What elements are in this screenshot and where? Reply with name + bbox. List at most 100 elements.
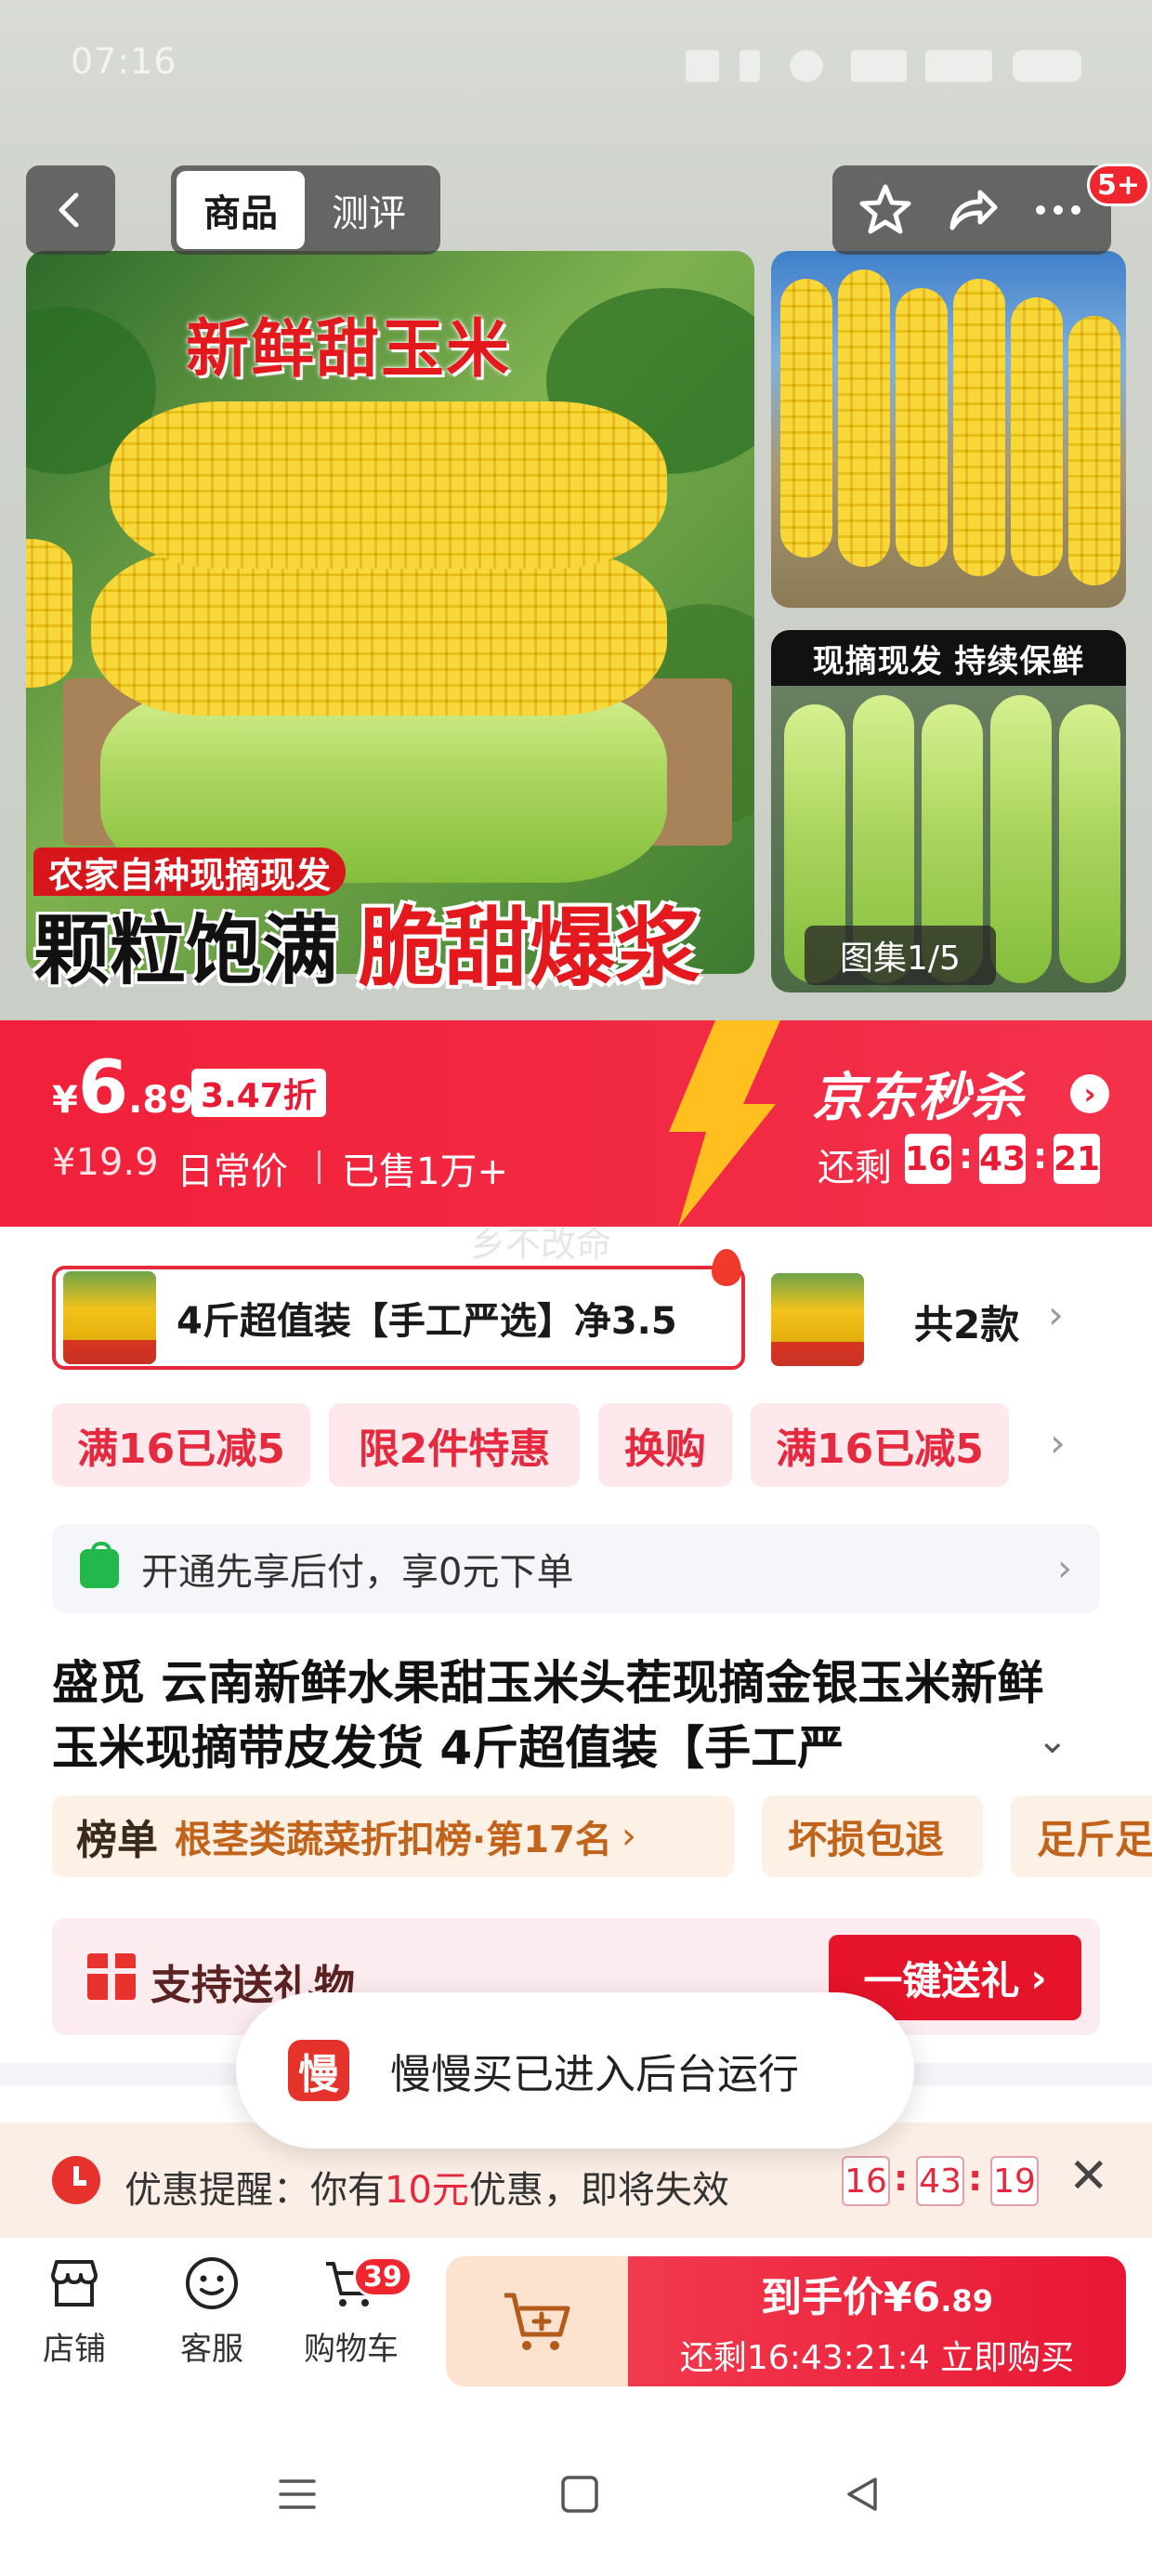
main-image-slogan-b: 脆甜爆浆 xyxy=(359,899,701,998)
top-tab-group: 商品 测评 xyxy=(171,165,440,255)
close-icon[interactable]: ✕ xyxy=(1068,2149,1109,2204)
countdown-separator: : xyxy=(894,2158,909,2199)
flash-sale-title[interactable]: 京东秒杀 xyxy=(812,1056,1024,1131)
reminder-prefix: 优惠提醒：你有 xyxy=(124,2169,385,2212)
countdown-hours: 16 xyxy=(905,1134,951,1184)
variant-selected[interactable]: 4斤超值装【手工严选】净3.5 xyxy=(52,1266,745,1370)
promo-chip-4[interactable]: 满16已减5 xyxy=(751,1403,1009,1487)
chevron-right-icon: › xyxy=(1030,1954,1047,2001)
countdown-separator: : xyxy=(959,1136,974,1176)
star-icon[interactable] xyxy=(857,181,914,239)
back-triangle-icon[interactable] xyxy=(840,2472,884,2517)
pay-later-row[interactable]: 开通先享后付，享0元下单 › xyxy=(52,1524,1100,1613)
chat-face-icon xyxy=(181,2253,242,2314)
more-icon[interactable] xyxy=(1029,181,1087,239)
status-time: 07:16 xyxy=(71,41,177,82)
countdown-minutes: 43 xyxy=(979,1134,1026,1184)
service-tag-full-weight[interactable]: 足斤足 xyxy=(1011,1795,1152,1877)
product-title: 盛觅 云南新鲜水果甜玉米头茬现摘金银玉米新鲜玉米现摘带皮发货 4斤超值装【手工严 xyxy=(52,1656,1044,1775)
buy-countdown-text: 还剩16:43:21:4 立即购买 xyxy=(679,2339,1075,2377)
current-price: ¥6.89 xyxy=(52,1046,194,1130)
buy-now-button[interactable]: 到手价¥6.89 还剩16:43:21:4 立即购买 xyxy=(628,2256,1126,2386)
store-button[interactable]: 店铺 xyxy=(19,2253,130,2369)
reminder-countdown-minutes: 43 xyxy=(916,2156,964,2206)
flash-remaining-label: 还剩 xyxy=(818,1147,892,1189)
chevron-right-icon[interactable]: › xyxy=(1050,1420,1066,1465)
signal-icon xyxy=(851,50,907,82)
reminder-countdown-hours: 16 xyxy=(842,2156,890,2206)
countdown-separator: : xyxy=(968,2158,983,2199)
mute-icon xyxy=(686,50,719,82)
daily-price-label: 日常价 xyxy=(177,1150,288,1193)
cart-badge: 39 xyxy=(353,2256,412,2297)
send-gift-label: 一键送礼 xyxy=(863,1957,1020,2004)
reminder-amount: 10元 xyxy=(385,2169,469,2212)
bag-icon xyxy=(80,1542,119,1588)
store-label: 店铺 xyxy=(43,2331,106,2368)
service-tag-damage-refund[interactable]: 坏损包退 xyxy=(762,1795,983,1877)
reminder-countdown-seconds: 19 xyxy=(990,2156,1039,2206)
customer-service-button[interactable]: 客服 xyxy=(156,2253,268,2369)
buy-price-decimal: .89 xyxy=(940,2283,993,2319)
system-navigation-bar xyxy=(0,2416,1152,2576)
chevron-right-icon: › xyxy=(1057,1547,1072,1590)
lightning-icon xyxy=(669,1020,780,1227)
gift-icon xyxy=(87,1953,136,2000)
bluetooth-icon xyxy=(740,50,760,82)
chevron-right-icon[interactable]: › xyxy=(1048,1292,1064,1337)
home-icon[interactable] xyxy=(557,2472,602,2517)
tab-product[interactable]: 商品 xyxy=(177,171,305,249)
toast-text: 慢慢买已进入后台运行 xyxy=(390,2051,799,2098)
moon-icon xyxy=(790,50,823,82)
customer-service-label: 客服 xyxy=(180,2331,243,2368)
variant-count[interactable]: 共2款 xyxy=(914,1294,1019,1350)
chevron-right-icon[interactable]: › xyxy=(1070,1074,1109,1113)
pay-later-text: 开通先享后付，享0元下单 xyxy=(141,1551,574,1594)
top-action-group xyxy=(832,165,1111,255)
discount-badge: 3.47折 xyxy=(191,1069,326,1117)
back-button[interactable] xyxy=(26,165,115,255)
promo-chip-1[interactable]: 满16已减5 xyxy=(52,1403,310,1487)
variant-thumbnail-2[interactable] xyxy=(771,1273,864,1366)
chevron-left-icon xyxy=(59,192,79,228)
background-toast: 慢 慢慢买已进入后台运行 xyxy=(236,1992,914,2149)
side-image-2-banner: 现摘现发 持续保鲜 xyxy=(771,630,1126,686)
main-image-title: 新鲜甜玉米 xyxy=(186,313,512,387)
countdown-separator: : xyxy=(1033,1136,1048,1176)
variant-fade xyxy=(873,1266,897,1370)
flame-icon xyxy=(712,1249,741,1286)
buy-price-prefix: 到手价¥6 xyxy=(761,2274,941,2321)
ranking-tag[interactable]: 榜单 根茎类蔬菜折扣榜·第17名 › xyxy=(52,1795,734,1877)
more-badge: 5+ xyxy=(1087,164,1151,206)
ranking-text: 根茎类蔬菜折扣榜·第17名 xyxy=(175,1819,612,1861)
chevron-right-icon: › xyxy=(621,1815,636,1858)
side-image-1[interactable] xyxy=(771,251,1126,608)
tab-review[interactable]: 测评 xyxy=(305,171,433,249)
chevron-down-icon[interactable]: ⌄ xyxy=(1037,1719,1068,1762)
clock-icon xyxy=(52,2156,100,2204)
reminder-text: 优惠提醒：你有10元优惠，即将失效 xyxy=(124,2160,729,2214)
cart-label: 购物车 xyxy=(304,2331,399,2368)
original-price: ¥19.9 xyxy=(52,1141,159,1184)
reminder-suffix: 优惠，即将失效 xyxy=(468,2169,729,2212)
app-logo-icon: 慢 xyxy=(288,2040,349,2101)
store-icon xyxy=(44,2253,105,2314)
menu-icon[interactable] xyxy=(275,2472,320,2517)
signal-5g-icon xyxy=(925,50,992,82)
promo-chip-3[interactable]: 换购 xyxy=(598,1403,732,1487)
main-image-slogan-a: 颗粒饱满 xyxy=(33,907,339,995)
battery-icon xyxy=(1013,50,1081,82)
gallery-counter[interactable]: 图集1/5 xyxy=(805,926,996,985)
variant-label: 4斤超值装【手工严选】净3.5 xyxy=(177,1300,677,1343)
bottom-action-bar: 店铺 客服 购物车 39 到手价¥6.89 还剩16:43:21:4 立即购买 xyxy=(0,2238,1152,2386)
add-to-cart-button[interactable] xyxy=(446,2256,632,2386)
countdown-seconds: 21 xyxy=(1054,1134,1100,1184)
share-icon[interactable] xyxy=(943,181,1001,239)
ranking-label: 榜单 xyxy=(76,1817,158,1864)
buy-price-line: 到手价¥6.89 xyxy=(761,2264,993,2323)
cart-plus-icon xyxy=(504,2293,570,2350)
promo-chip-2[interactable]: 限2件特惠 xyxy=(329,1403,580,1487)
sold-count: 已售1万+ xyxy=(342,1150,508,1193)
variant-thumbnail xyxy=(63,1271,156,1364)
watermark-text: 乡不改命 xyxy=(470,1224,612,1265)
